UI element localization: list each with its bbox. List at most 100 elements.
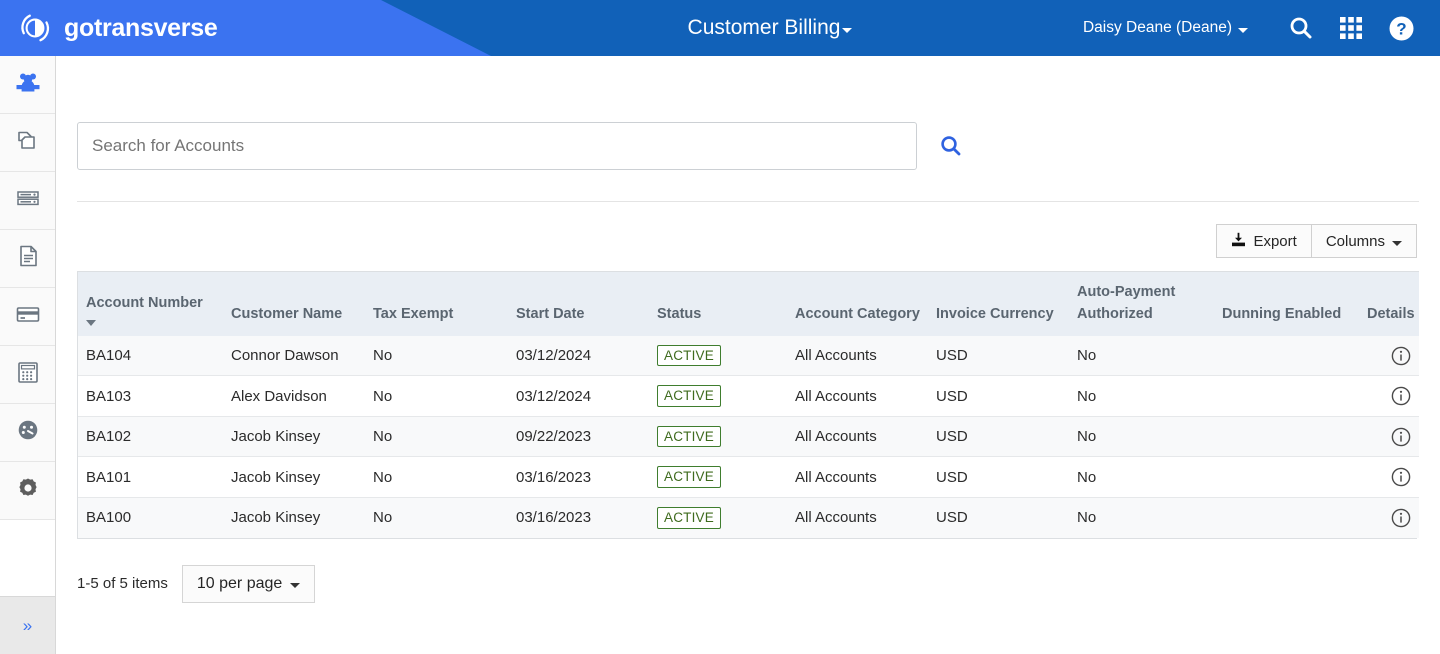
column-header-auto-payment-authorized[interactable]: Auto-Payment Authorized: [1069, 270, 1214, 336]
table-row[interactable]: BA104 Connor Dawson No 03/12/2024 ACTIVE…: [78, 335, 1419, 376]
sidebar-item-catalog[interactable]: [0, 172, 55, 230]
info-circle-icon: [1391, 346, 1411, 365]
per-page-dropdown[interactable]: 10 per page: [181, 564, 316, 603]
search-icon: [1290, 17, 1312, 39]
column-header-status[interactable]: Status: [649, 270, 787, 336]
cell-customer-name: Jacob Kinsey: [223, 456, 365, 498]
page-title-dropdown[interactable]: Customer Billing: [588, 16, 853, 40]
accounts-table-container: Account Number Customer Name Tax Exempt …: [77, 270, 1419, 539]
gotransverse-ring-logo-icon: [17, 10, 53, 46]
cell-start-date: 03/16/2023: [508, 456, 649, 498]
info-circle-icon: [1391, 386, 1411, 406]
cell-invoice-currency: USD: [928, 496, 1069, 538]
column-header-account-category[interactable]: Account Category: [787, 270, 928, 336]
cell-auto-payment-authorized: No: [1069, 335, 1214, 376]
cell-tax-exempt: No: [365, 456, 508, 498]
export-label: Export: [1253, 232, 1297, 250]
cell-invoice-currency: USD: [928, 415, 1069, 457]
cell-tax-exempt: No: [365, 415, 508, 457]
user-menu-button[interactable]: Daisy Deane (Deane): [1083, 19, 1248, 37]
info-circle-icon: [1391, 508, 1411, 528]
server-stack-icon: [14, 184, 42, 217]
column-header-tax-exempt[interactable]: Tax Exempt: [365, 270, 508, 336]
brand-logo-area[interactable]: gotransverse: [0, 10, 218, 46]
column-header-account-number[interactable]: Account Number: [78, 270, 223, 336]
cell-account-category: All Accounts: [787, 415, 928, 457]
toolbar-button-group: Export Columns: [1216, 224, 1417, 258]
chevron-down-icon: [1238, 27, 1248, 33]
cell-details[interactable]: [1359, 335, 1419, 376]
table-row[interactable]: BA103 Alex Davidson No 03/12/2024 ACTIVE…: [78, 375, 1419, 417]
column-label: Account Number: [86, 295, 203, 312]
status-badge: ACTIVE: [657, 344, 721, 367]
status-badge: ACTIVE: [657, 507, 721, 529]
cell-customer-name: Alex Davidson: [223, 375, 365, 417]
cell-status: ACTIVE: [649, 415, 787, 457]
copy-documents-icon: [14, 126, 42, 159]
table-footer: 1-5 of 5 items 10 per page: [56, 539, 1440, 603]
table-row[interactable]: BA101 Jacob Kinsey No 03/16/2023 ACTIVE …: [78, 456, 1419, 498]
cell-tax-exempt: No: [365, 335, 508, 376]
brand-name-text: gotransverse: [64, 13, 218, 42]
table-toolbar: Export Columns: [56, 202, 1440, 258]
sidebar-expand-toggle[interactable]: »: [0, 596, 55, 654]
cell-account-number: BA100: [78, 496, 223, 538]
sidebar-item-reports[interactable]: [0, 404, 55, 462]
info-circle-icon: [1391, 467, 1411, 487]
help-circle-icon: ?: [1389, 16, 1413, 40]
sidebar-item-settings[interactable]: [0, 462, 55, 520]
cell-auto-payment-authorized: No: [1069, 496, 1214, 538]
cell-details[interactable]: [1359, 415, 1419, 457]
help-button[interactable]: ?: [1376, 0, 1426, 56]
table-row[interactable]: BA100 Jacob Kinsey No 03/16/2023 ACTIVE …: [78, 496, 1419, 538]
sidebar-item-invoices[interactable]: [0, 230, 55, 288]
sidebar-item-usage[interactable]: [0, 346, 55, 404]
cell-customer-name: Connor Dawson: [223, 335, 365, 376]
column-header-invoice-currency[interactable]: Invoice Currency: [928, 270, 1069, 336]
apps-grid-button[interactable]: [1326, 0, 1376, 56]
table-row[interactable]: BA102 Jacob Kinsey No 09/22/2023 ACTIVE …: [78, 415, 1419, 457]
cell-dunning-enabled: [1214, 456, 1359, 498]
column-header-start-date[interactable]: Start Date: [508, 270, 649, 336]
account-search-area: [56, 56, 1440, 170]
column-header-customer-name[interactable]: Customer Name: [223, 270, 365, 336]
calculator-icon: [14, 358, 42, 391]
sidebar-item-payments[interactable]: [0, 288, 55, 346]
header-search-button[interactable]: [1276, 0, 1326, 56]
column-header-details: Details: [1359, 270, 1419, 336]
cell-dunning-enabled: [1214, 335, 1359, 376]
items-count-label: 1-5 of 5 items: [77, 575, 168, 593]
search-submit-button[interactable]: [937, 132, 965, 160]
search-input[interactable]: [77, 122, 917, 170]
chevron-down-icon: [1392, 240, 1402, 246]
cell-dunning-enabled: [1214, 496, 1359, 538]
sidebar-item-customers[interactable]: [0, 56, 55, 114]
columns-label: Columns: [1325, 232, 1385, 250]
column-header-dunning-enabled[interactable]: Dunning Enabled: [1214, 270, 1359, 336]
sidebar-spacer: [0, 520, 55, 596]
info-circle-icon: [1391, 427, 1411, 447]
chevron-down-icon: [290, 583, 301, 589]
cell-auto-payment-authorized: No: [1069, 375, 1214, 417]
cell-auto-payment-authorized: No: [1069, 456, 1214, 498]
page-title: Customer Billing: [687, 16, 841, 39]
cell-account-number: BA104: [78, 335, 223, 376]
cell-dunning-enabled: [1214, 415, 1359, 457]
cell-invoice-currency: USD: [928, 335, 1069, 376]
cell-account-number: BA101: [78, 456, 223, 498]
document-icon: [14, 242, 42, 275]
sidebar-item-products[interactable]: [0, 114, 55, 172]
cell-details[interactable]: [1359, 456, 1419, 498]
cell-tax-exempt: No: [365, 496, 508, 538]
cell-details[interactable]: [1359, 496, 1419, 538]
status-badge: ACTIVE: [657, 425, 721, 448]
main-body: » Search for Accounts Export Columns Acc…: [0, 56, 1440, 654]
table-header-row: Account Number Customer Name Tax Exempt …: [78, 270, 1419, 336]
per-page-label: 10 per page: [196, 574, 283, 592]
gauge-dashboard-icon: [14, 416, 42, 449]
columns-button[interactable]: Columns: [1311, 224, 1417, 258]
export-button[interactable]: Export: [1216, 224, 1312, 258]
cell-details[interactable]: [1359, 375, 1419, 417]
download-icon: [1231, 232, 1246, 251]
gear-settings-icon: [14, 474, 42, 507]
